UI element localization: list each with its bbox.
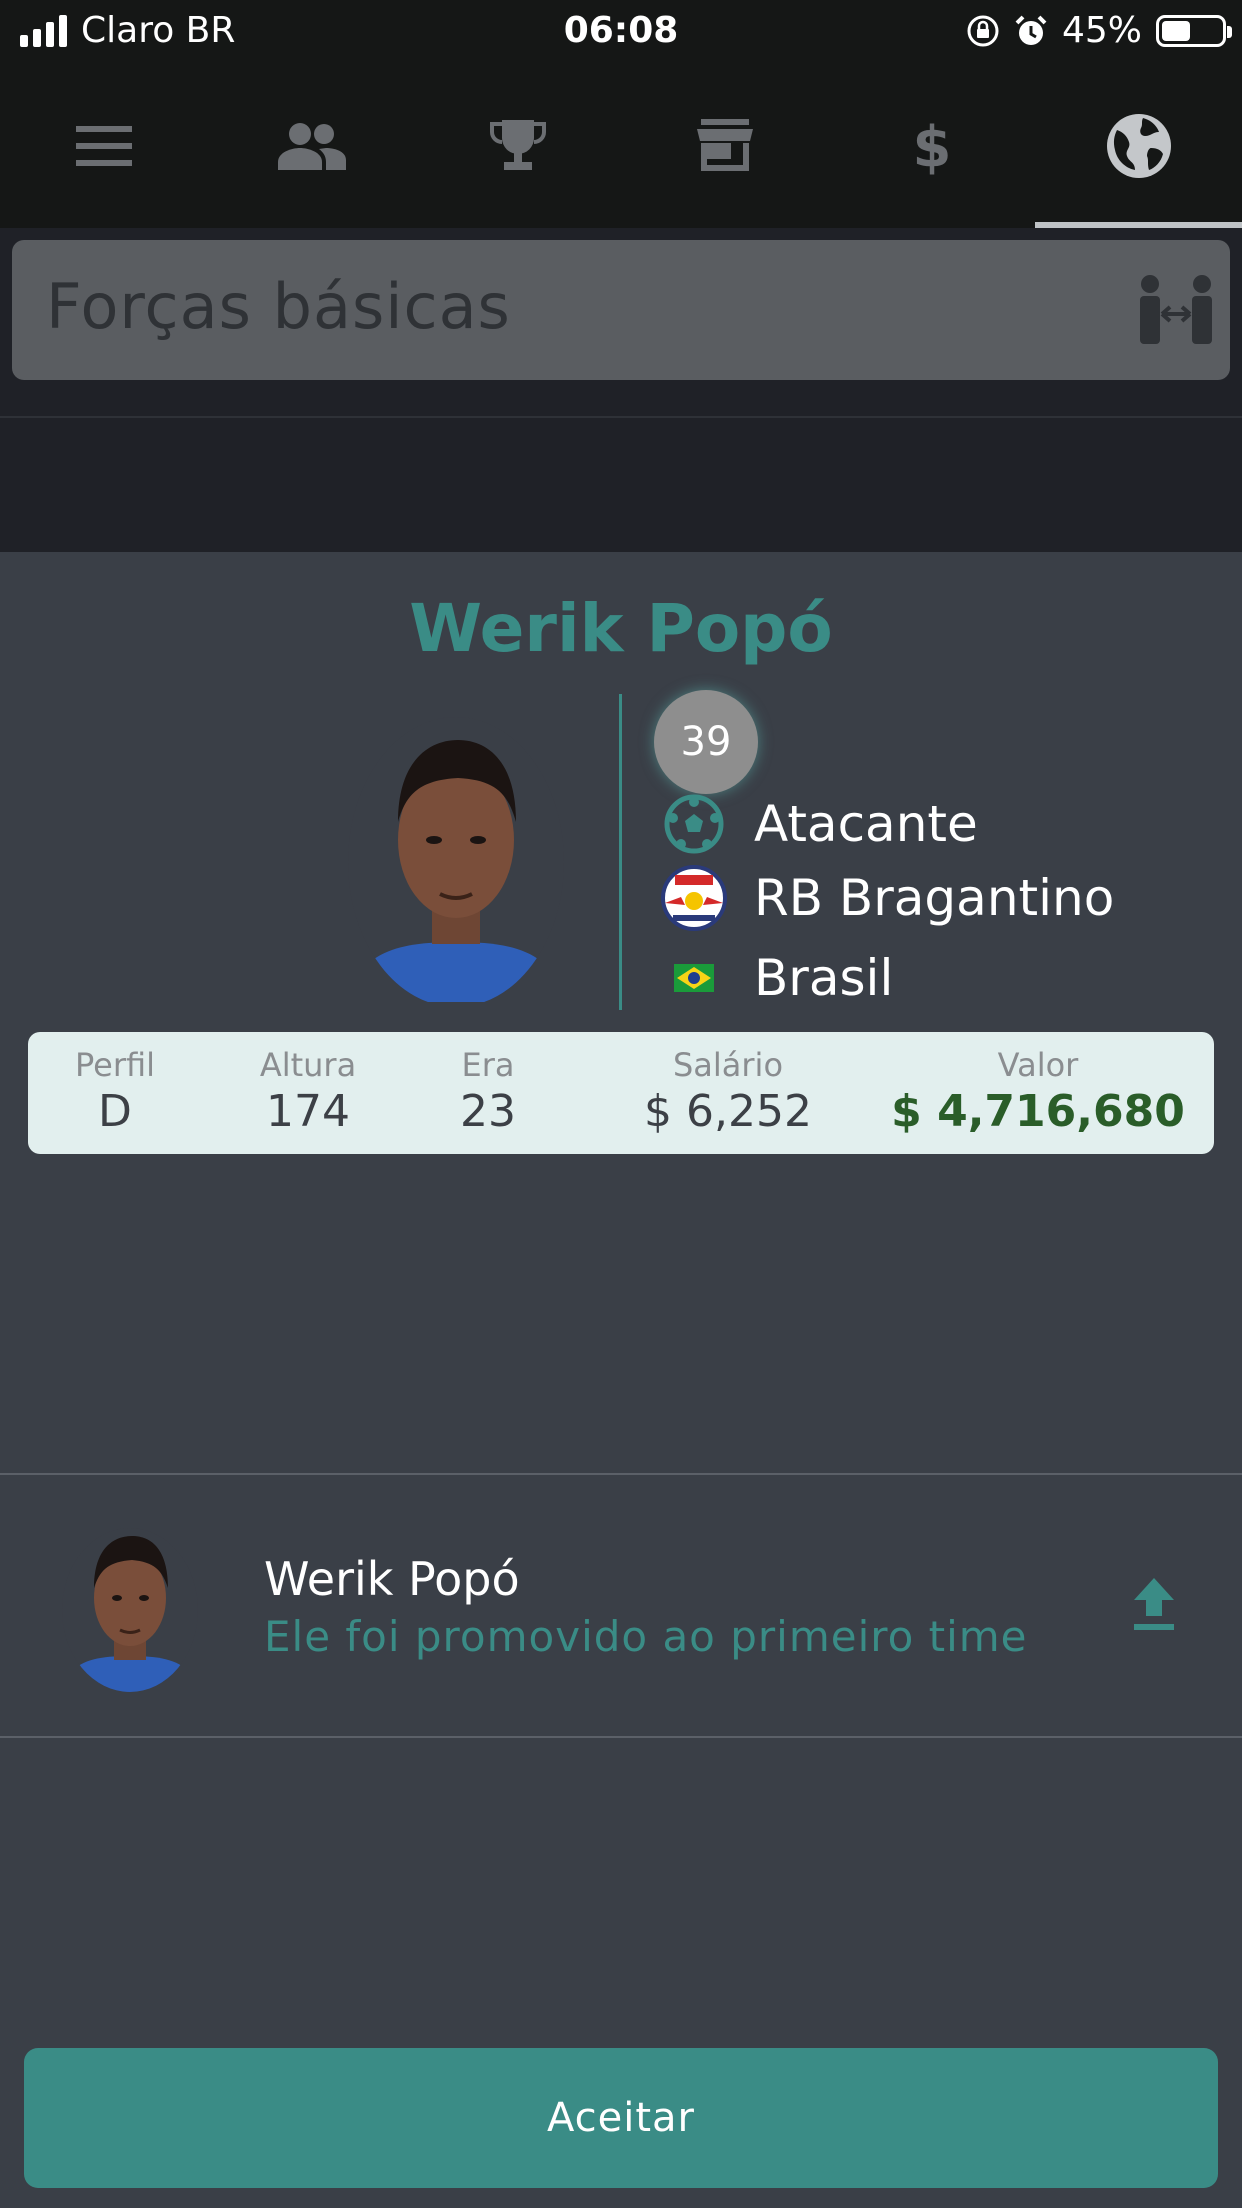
notification-avatar: [62, 1528, 198, 1692]
alarm-icon: [1015, 15, 1047, 45]
stat-salary: Salário $ 6,252: [618, 1046, 838, 1137]
rotation-lock-icon: [967, 15, 999, 46]
stat-label: Era: [461, 1046, 515, 1084]
notification-message: Ele foi promovido ao primeiro time: [264, 1612, 1028, 1661]
stat-label: Valor: [997, 1046, 1079, 1084]
finance-icon: $: [912, 116, 951, 176]
stat-market-value: Valor $ 4,716,680: [888, 1046, 1188, 1137]
notification-title: Werik Popó: [264, 1552, 520, 1606]
trophy-icon: [489, 120, 546, 170]
player-photo: [348, 717, 564, 1002]
section-header[interactable]: Forças básicas: [12, 240, 1230, 380]
stat-label: Altura: [259, 1046, 357, 1084]
card-divider: [619, 694, 622, 1010]
stat-profile: Perfil D: [40, 1046, 190, 1137]
accept-button[interactable]: Aceitar: [24, 2048, 1218, 2188]
player-nationality: Brasil: [754, 949, 894, 1007]
club-row: RB Bragantino: [658, 862, 1114, 934]
player-club: RB Bragantino: [754, 869, 1115, 927]
stat-value: 23: [460, 1086, 516, 1137]
stat-age: Era 23: [428, 1046, 548, 1137]
club-crest-icon: [661, 865, 727, 931]
svg-text:$: $: [912, 116, 951, 176]
menu-icon: [75, 126, 132, 166]
player-position: Atacante: [754, 795, 978, 853]
status-bar: Claro BR 06:08 45%: [0, 0, 1242, 64]
status-right: 45%: [966, 10, 1232, 51]
divider: [0, 1736, 1242, 1738]
promote-icon: [1134, 1578, 1174, 1630]
stat-height: Altura 174: [233, 1046, 383, 1137]
stat-value: 174: [266, 1086, 350, 1137]
divider: [0, 416, 1242, 418]
nav-finance[interactable]: $: [828, 64, 1035, 228]
nav-trophy[interactable]: [414, 64, 621, 228]
soccer-ball-icon: [664, 794, 724, 854]
stat-label: Perfil: [74, 1046, 156, 1084]
player-name: Werik Popó: [409, 590, 833, 667]
rating-badge: 39: [654, 690, 758, 794]
stat-value: $ 4,716,680: [891, 1086, 1185, 1137]
stats-panel: Perfil D Altura 174 Era 23 Salário $ 6,2…: [28, 1032, 1214, 1154]
brazil-flag-icon: [674, 964, 714, 992]
nav-store[interactable]: [621, 64, 828, 228]
transfer-icon[interactable]: [1136, 274, 1216, 346]
stat-label: Salário: [672, 1046, 784, 1084]
divider: [0, 1473, 1242, 1475]
stat-value: D: [98, 1086, 132, 1137]
team-icon: [277, 123, 346, 170]
section-title: Forças básicas: [46, 270, 511, 343]
position-row: Atacante: [658, 788, 978, 860]
battery-percent: 45%: [1061, 10, 1142, 51]
nav-menu[interactable]: [0, 64, 207, 228]
stat-value: $ 6,252: [644, 1086, 812, 1137]
nav-team[interactable]: [207, 64, 414, 228]
nationality-row: Brasil: [658, 942, 893, 1014]
nav-world[interactable]: [1035, 64, 1242, 228]
store-icon: [696, 119, 753, 171]
world-icon: [1106, 114, 1171, 178]
battery-icon: [1156, 14, 1232, 47]
top-nav: $: [0, 64, 1242, 228]
